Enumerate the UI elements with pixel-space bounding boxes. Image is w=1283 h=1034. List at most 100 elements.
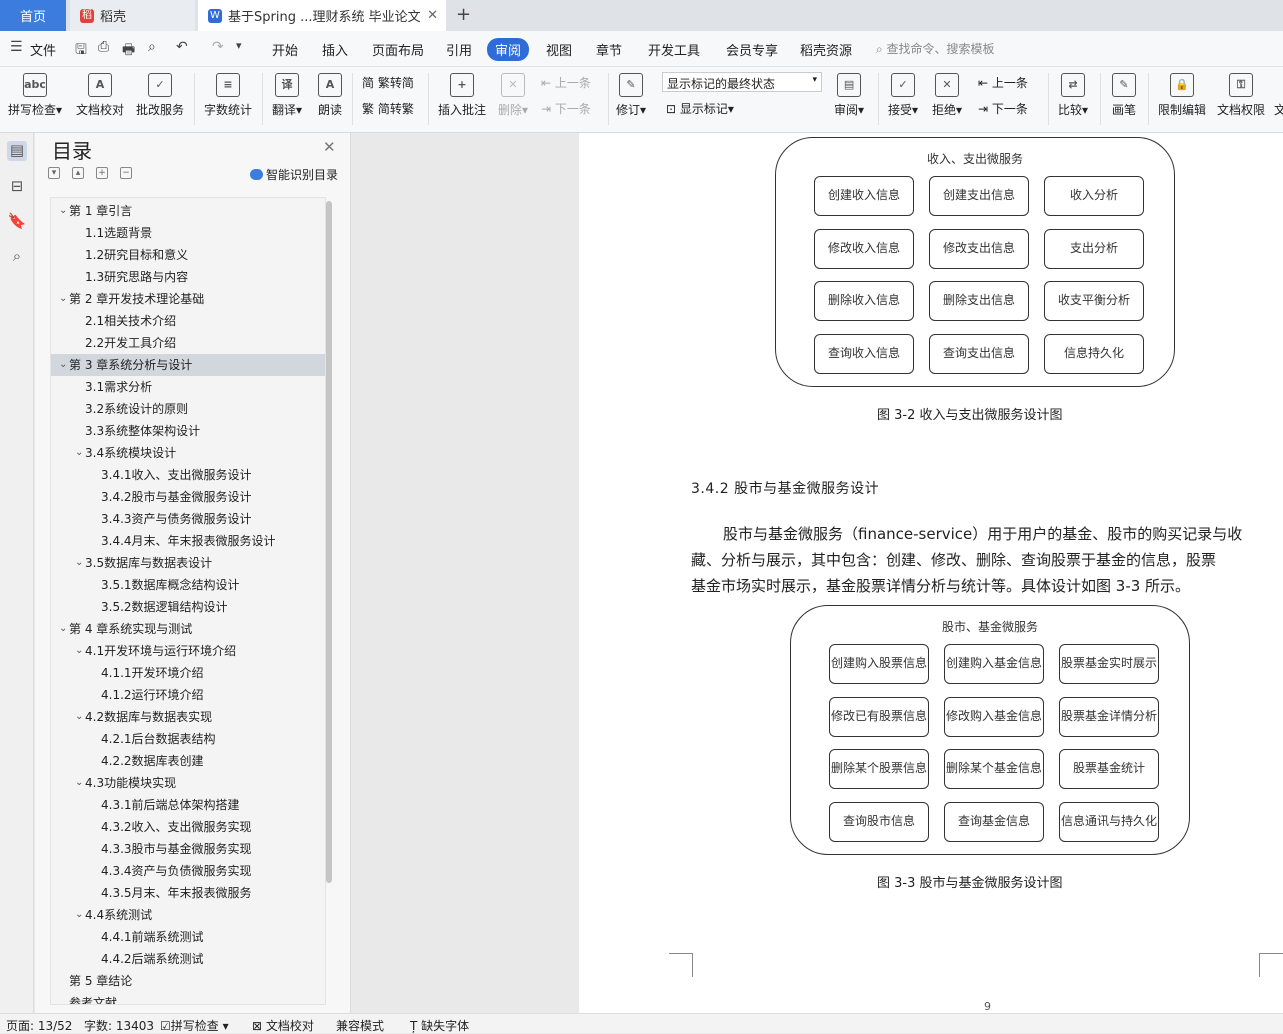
toc-item[interactable]: ⌄ 第 4 章系统实现与测试 — [51, 618, 325, 640]
menu-start[interactable]: 开始 — [272, 40, 298, 59]
toc-item[interactable]: ⌄ 第 2 章开发技术理论基础 — [51, 288, 325, 310]
menu-dev-tools[interactable]: 开发工具 — [648, 40, 700, 59]
toc-item[interactable]: 1.3研究思路与内容 — [51, 266, 325, 288]
toc-item[interactable]: ⌄ 4.2数据库与数据表实现 — [51, 706, 325, 728]
chevron-down-icon[interactable]: ⌄ — [59, 354, 67, 376]
toc-item[interactable]: ⌄ 3.4系统模块设计 — [51, 442, 325, 464]
print-preview-icon[interactable]: ⌕ — [148, 39, 156, 55]
review-pane-button[interactable]: ▤ 审阅▾ — [834, 73, 864, 118]
toc-item[interactable]: 4.3.2收入、支出微服务实现 — [51, 816, 325, 838]
chevron-down-icon[interactable]: ⌄ — [75, 552, 83, 574]
expand-icon[interactable]: ▴ — [72, 167, 84, 179]
restrict-edit-button[interactable]: 🔒 限制编辑 — [1158, 73, 1206, 118]
doc-proof-button[interactable]: A 文档校对 — [76, 73, 124, 118]
toc-item[interactable]: ⌄ 4.4系统测试 — [51, 904, 325, 926]
menu-member[interactable]: 会员专享 — [726, 40, 778, 59]
add-level-icon[interactable]: + — [96, 167, 108, 179]
toc-item[interactable]: 4.3.4资产与负债微服务实现 — [51, 860, 325, 882]
next-comment-button[interactable]: ⇥ 下一条 — [541, 100, 591, 117]
tab-document[interactable]: W 基于Spring ...理财系统 毕业论文 ✕ — [198, 0, 446, 31]
accept-button[interactable]: ✓ 接受▾ — [888, 73, 918, 118]
toc-item[interactable]: 4.1.1开发环境介绍 — [51, 662, 325, 684]
tab-daoke[interactable]: 稻稻壳 — [70, 0, 195, 31]
chapter-nav-icon[interactable]: ⊟ — [7, 177, 27, 197]
chevron-down-icon[interactable]: ⌄ — [59, 618, 67, 640]
spell-check-button[interactable]: abc 拼写检查▾ — [8, 73, 62, 118]
toc-item[interactable]: 3.3系统整体架构设计 — [51, 420, 325, 442]
page-count[interactable]: 页面: 13/52 — [6, 1017, 72, 1034]
menu-chapter[interactable]: 章节 — [596, 40, 622, 59]
search-icon[interactable]: ⌕ — [7, 247, 27, 267]
prev-revision-button[interactable]: ⇤ 上一条 — [978, 74, 1028, 91]
smart-toc-button[interactable]: 智能识别目录 — [250, 166, 338, 183]
toc-item[interactable]: 4.3.5月末、年末报表微服务 — [51, 882, 325, 904]
menu-page-layout[interactable]: 页面布局 — [372, 40, 424, 59]
toc-item[interactable]: 第 5 章结论 — [51, 970, 325, 992]
word-count-button[interactable]: ≡ 字数统计 — [204, 73, 252, 118]
save-icon[interactable]: 🖫 — [75, 39, 87, 63]
toc-pane-icon[interactable]: ▤ — [7, 141, 27, 161]
markup-state-select[interactable]: 显示标记的最终状态 ▾ — [662, 72, 822, 92]
new-tab-button[interactable]: + — [456, 4, 471, 25]
batch-service-button[interactable]: ✓ 批改服务 — [136, 73, 184, 118]
collapse-all-icon[interactable]: ▾ — [48, 167, 60, 179]
ribbon-overflow-button[interactable]: .文 — [1274, 73, 1283, 118]
customize-chevron-icon[interactable]: ▾ — [236, 39, 242, 52]
prev-comment-button[interactable]: ⇤ 上一条 — [541, 74, 591, 91]
menu-view[interactable]: 视图 — [546, 40, 572, 59]
read-aloud-button[interactable]: A 朗读 — [318, 73, 342, 118]
simp-to-trad-button[interactable]: 繁 简转繁 — [362, 100, 414, 117]
toc-item[interactable]: 3.4.2股市与基金微服务设计 — [51, 486, 325, 508]
word-count[interactable]: 字数: 13403 — [84, 1017, 154, 1034]
bookmark-icon[interactable]: 🔖 — [7, 212, 27, 232]
toc-item[interactable]: 4.4.2后端系统测试 — [51, 948, 325, 970]
toc-item[interactable]: 4.2.2数据库表创建 — [51, 750, 325, 772]
toc-item[interactable]: ⌄ 4.1开发环境与运行环境介绍 — [51, 640, 325, 662]
toc-item[interactable]: ⌄ 4.3功能模块实现 — [51, 772, 325, 794]
menu-review[interactable]: 审阅 — [487, 38, 530, 61]
toc-item[interactable]: ⌄ 3.5数据库与数据表设计 — [51, 552, 325, 574]
toc-item[interactable]: 3.2系统设计的原则 — [51, 398, 325, 420]
toc-item[interactable]: 3.4.1收入、支出微服务设计 — [51, 464, 325, 486]
chevron-down-icon[interactable]: ⌄ — [59, 288, 67, 310]
chevron-down-icon[interactable]: ⌄ — [75, 706, 83, 728]
toc-scrollbar[interactable] — [326, 201, 332, 883]
export-pdf-icon[interactable]: ⎙ — [98, 39, 109, 55]
insert-comment-button[interactable]: + 插入批注 — [438, 73, 486, 118]
translate-button[interactable]: 译翻译▾ — [272, 73, 302, 118]
chevron-down-icon[interactable]: ⌄ — [59, 200, 67, 222]
toc-item[interactable]: 3.1需求分析 — [51, 376, 325, 398]
close-icon[interactable]: ✕ — [427, 8, 438, 23]
toc-item[interactable]: 2.2开发工具介绍 — [51, 332, 325, 354]
toc-item[interactable]: ⌄ 第 3 章系统分析与设计 — [51, 354, 325, 376]
reject-button[interactable]: ✕ 拒绝▾ — [932, 73, 962, 118]
redo-icon[interactable]: ↷ — [212, 39, 224, 55]
toc-item[interactable]: 4.4.1前端系统测试 — [51, 926, 325, 948]
doc-rights-button[interactable]: ⚿ 文档权限 — [1217, 73, 1265, 118]
menu-file[interactable]: 文件 — [30, 40, 56, 59]
toc-item[interactable]: ⌄ 第 1 章引言 — [51, 200, 325, 222]
chevron-down-icon[interactable]: ⌄ — [75, 442, 83, 464]
toc-item[interactable]: 1.1选题背景 — [51, 222, 325, 244]
command-search[interactable]: ⌕ 查找命令、搜索模板 — [876, 40, 995, 57]
chevron-down-icon[interactable]: ⌄ — [75, 772, 83, 794]
toc-item[interactable]: 4.3.1前后端总体架构搭建 — [51, 794, 325, 816]
tab-home[interactable]: 首页 — [0, 0, 66, 31]
menu-daoke-resources[interactable]: 稻壳资源 — [800, 40, 852, 59]
toc-item[interactable]: 2.1相关技术介绍 — [51, 310, 325, 332]
menu-insert[interactable]: 插入 — [322, 40, 348, 59]
status-spell-check[interactable]: ☑拼写检查 ▾ — [160, 1017, 229, 1034]
undo-icon[interactable]: ↶ — [176, 39, 188, 55]
menu-reference[interactable]: 引用 — [446, 40, 472, 59]
trad-to-simp-button[interactable]: 简 繁转简 — [362, 74, 414, 91]
chevron-down-icon[interactable]: ⌄ — [75, 904, 83, 926]
status-doc-proof[interactable]: ⊠ 文档校对 — [252, 1017, 314, 1034]
hamburger-icon[interactable]: ☰ — [10, 39, 23, 55]
toc-item[interactable]: 3.4.3资产与债务微服务设计 — [51, 508, 325, 530]
toc-item[interactable]: 3.5.2数据逻辑结构设计 — [51, 596, 325, 618]
chevron-down-icon[interactable]: ⌄ — [75, 640, 83, 662]
toc-item[interactable]: 4.2.1后台数据表结构 — [51, 728, 325, 750]
print-icon[interactable]: 🖶 — [122, 39, 135, 63]
delete-comment-button[interactable]: ✕ 删除▾ — [498, 73, 528, 118]
pen-button[interactable]: ✎ 画笔 — [1112, 73, 1136, 118]
